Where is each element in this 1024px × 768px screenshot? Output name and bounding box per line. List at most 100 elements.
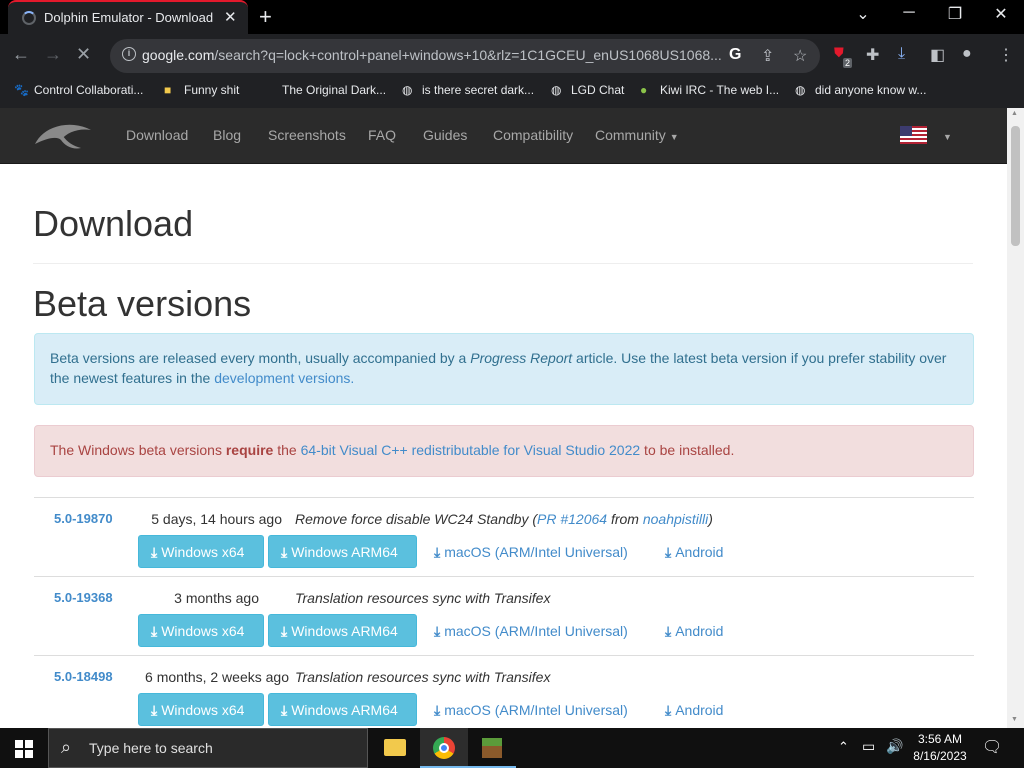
nav-community[interactable]: Community ▼ [595, 127, 679, 143]
android-download-link[interactable]: ⤓ Android [665, 623, 723, 640]
bookmark-item[interactable]: ◍ LGD Chat [551, 83, 624, 97]
close-tab-icon[interactable]: ✕ [224, 8, 237, 26]
extensions-puzzle-icon[interactable]: ✚ [866, 45, 879, 65]
windows-x64-button[interactable]: ⤓ Windows x64 [138, 535, 264, 568]
download-icon: ⤓ [151, 623, 158, 639]
nav-faq[interactable]: FAQ [368, 127, 396, 143]
bookmark-item[interactable]: 🐾 Control Collaborati... [14, 83, 143, 97]
address-bar[interactable]: i google.com/search?q=lock+control+panel… [110, 39, 820, 73]
macos-download-link[interactable]: ⤓ macOS (ARM/Intel Universal) [434, 702, 628, 719]
minimize-icon[interactable]: ─ [894, 4, 924, 22]
windows-arm64-button[interactable]: ⤓ Windows ARM64 [268, 693, 417, 726]
google-lens-icon[interactable]: G [729, 46, 741, 64]
windows-arm64-button[interactable]: ⤓ Windows ARM64 [268, 535, 417, 568]
bookmark-item[interactable]: ◍ is there secret dark... [402, 83, 534, 97]
url-text: google.com/search?q=lock+control+panel+w… [142, 47, 722, 63]
version-link[interactable]: 5.0-19368 [54, 590, 113, 605]
network-icon[interactable]: ▭ [862, 738, 875, 755]
version-link[interactable]: 5.0-19870 [54, 511, 113, 526]
release-description: Translation resources sync with Transife… [295, 669, 551, 685]
android-download-link[interactable]: ⤓ Android [665, 702, 723, 719]
file-explorer-icon[interactable] [370, 728, 418, 768]
bookmark-star-icon[interactable]: ☆ [793, 46, 807, 66]
notifications-icon[interactable]: 🗨 [982, 737, 1002, 757]
windows-x64-button[interactable]: ⤓ Windows x64 [138, 614, 264, 647]
profile-avatar-icon[interactable]: ● [962, 45, 972, 63]
tab-search-chevron-icon[interactable]: ⌄ [848, 4, 878, 24]
globe-icon: ◍ [551, 83, 562, 97]
scroll-up-icon[interactable]: ▲ [1011, 110, 1018, 117]
version-link[interactable]: 5.0-18498 [54, 669, 113, 684]
author-link[interactable]: noahpistilli [643, 511, 708, 527]
web-page: Download Blog Screenshots FAQ Guides Com… [0, 108, 1007, 728]
nav-screenshots[interactable]: Screenshots [268, 127, 346, 143]
android-download-link[interactable]: ⤓ Android [665, 544, 723, 561]
windows-x64-button[interactable]: ⤓ Windows x64 [138, 693, 264, 726]
download-icon: ⤓ [434, 623, 441, 639]
browser-title-bar: Dolphin Emulator - Download ✕ + ⌄ ─ ❐ ✕ [0, 0, 1024, 34]
forward-icon[interactable]: → [44, 44, 62, 65]
chrome-icon[interactable] [420, 728, 468, 768]
taskbar-clock[interactable]: 3:56 AM 8/16/2023 [910, 731, 970, 765]
macos-download-link[interactable]: ⤓ macOS (ARM/Intel Universal) [434, 623, 628, 640]
show-hidden-icons-icon[interactable]: ⌃ [838, 739, 849, 755]
development-versions-link[interactable]: development versions. [214, 370, 354, 386]
us-flag-icon[interactable] [900, 126, 927, 144]
bookmark-item[interactable]: ■ Funny shit [164, 83, 239, 97]
divider [33, 263, 973, 264]
language-caret-icon[interactable]: ▼ [943, 132, 952, 142]
bookmark-item[interactable]: ● Kiwi IRC - The web I... [640, 83, 779, 97]
minecraft-icon[interactable] [468, 728, 516, 768]
back-icon[interactable]: ← [12, 44, 30, 65]
download-icon: ⤓ [151, 702, 158, 718]
download-icon: ⤓ [434, 544, 441, 560]
scroll-down-icon[interactable]: ▼ [1011, 716, 1018, 723]
stop-loading-icon[interactable]: ✕ [76, 44, 91, 65]
site-navbar: Download Blog Screenshots FAQ Guides Com… [0, 108, 1007, 164]
pr-link[interactable]: PR #12064 [537, 511, 607, 527]
volume-icon[interactable]: 🔊 [886, 738, 903, 755]
nav-download[interactable]: Download [126, 127, 188, 143]
bookmark-item[interactable]: ◍ did anyone know w... [795, 83, 926, 97]
site-info-icon[interactable]: i [122, 47, 136, 61]
release-row: 5.0-19870 5 days, 14 hours ago Remove fo… [34, 497, 974, 577]
downloads-icon[interactable]: ⤓ [898, 45, 905, 63]
download-icon: ⤓ [665, 702, 672, 718]
clock-time: 3:56 AM [917, 732, 963, 746]
menu-kebab-icon[interactable]: ⋮ [998, 45, 1014, 65]
caret-down-icon: ▼ [669, 132, 679, 142]
windows-arm64-button[interactable]: ⤓ Windows ARM64 [268, 614, 417, 647]
taskbar-search-box[interactable]: ⌕ Type here to search [48, 728, 368, 768]
windows-start-icon[interactable] [15, 740, 33, 758]
release-date: 3 months ago [174, 590, 259, 606]
dolphin-logo-icon[interactable] [33, 118, 93, 154]
side-panel-icon[interactable]: ◧ [930, 45, 945, 65]
nav-blog[interactable]: Blog [213, 127, 241, 143]
scrollbar-thumb[interactable] [1011, 126, 1020, 246]
browser-tab[interactable]: Dolphin Emulator - Download ✕ [8, 0, 248, 34]
nav-guides[interactable]: Guides [423, 127, 467, 143]
close-window-icon[interactable]: ✕ [986, 4, 1016, 24]
bookmark-item[interactable]: The Original Dark... [262, 83, 386, 97]
vcredist-link[interactable]: 64-bit Visual C++ redistributable for Vi… [301, 442, 641, 458]
page-scrollbar[interactable]: ▲ ▼ [1007, 108, 1024, 728]
release-description: Remove force disable WC24 Standby (PR #1… [295, 511, 713, 527]
macos-download-link[interactable]: ⤓ macOS (ARM/Intel Universal) [434, 544, 628, 561]
browser-toolbar: ← → ✕ i google.com/search?q=lock+control… [0, 34, 1024, 78]
release-date: 5 days, 14 hours ago [151, 511, 282, 527]
clock-date: 8/16/2023 [913, 749, 967, 763]
restore-icon[interactable]: ❐ [940, 4, 970, 24]
folder-icon: ■ [164, 83, 172, 97]
download-icon: ⤓ [281, 544, 288, 560]
info-alert: Beta versions are released every month, … [34, 333, 974, 405]
release-row: 5.0-19368 3 months ago Translation resou… [34, 576, 974, 656]
release-row: 5.0-18498 6 months, 2 weeks ago Translat… [34, 655, 974, 728]
download-icon: ⤓ [281, 623, 288, 639]
share-icon[interactable]: ⇪ [761, 46, 774, 66]
page-title: Download [33, 203, 194, 244]
bookmarks-bar: 🐾 Control Collaborati... ■ Funny shit The … [0, 78, 1024, 108]
nav-compatibility[interactable]: Compatibility [493, 127, 573, 143]
globe-icon: ◍ [795, 83, 806, 97]
new-tab-icon[interactable]: + [259, 4, 272, 30]
search-placeholder: Type here to search [89, 740, 213, 756]
